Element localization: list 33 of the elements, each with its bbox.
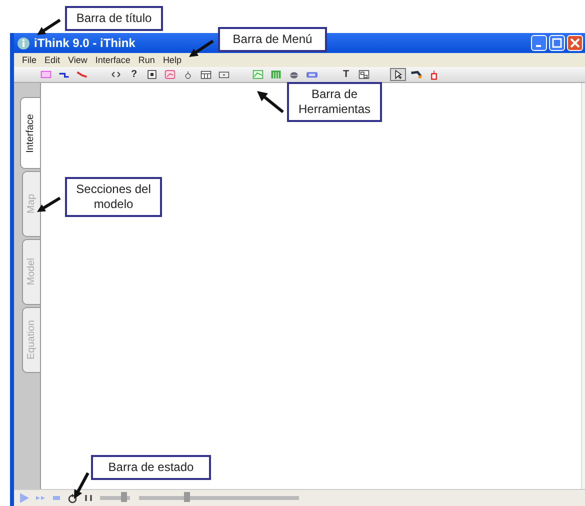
info-icon bbox=[17, 36, 30, 50]
arrow bbox=[37, 18, 61, 35]
arrow bbox=[74, 472, 90, 499]
close-icon bbox=[570, 38, 580, 48]
maximize-button[interactable] bbox=[549, 35, 565, 51]
annotation-label: Barra de estado bbox=[91, 455, 211, 480]
annotation-label: Barra de título bbox=[65, 6, 163, 31]
brush-tool-icon[interactable] bbox=[408, 68, 424, 81]
arrow bbox=[257, 91, 284, 114]
graph-tool-icon[interactable] bbox=[162, 68, 178, 81]
annotation-label: Secciones del modelo bbox=[65, 177, 162, 217]
maximize-icon bbox=[552, 38, 562, 48]
close-button[interactable] bbox=[567, 35, 583, 51]
graphpad-tool-icon[interactable] bbox=[250, 68, 266, 81]
menu-item[interactable]: Run bbox=[134, 55, 159, 65]
picture-tool-icon[interactable] bbox=[356, 68, 372, 81]
menu-item[interactable]: View bbox=[64, 55, 92, 65]
arrow bbox=[189, 40, 214, 57]
menu-item[interactable]: Interface bbox=[91, 55, 134, 65]
annotation-label: Barra de Menú bbox=[218, 27, 327, 52]
toolbar-button[interactable]: ? bbox=[126, 68, 142, 81]
menu-item[interactable]: File bbox=[18, 55, 41, 65]
window-title: iThink 9.0 - iThink bbox=[34, 36, 136, 50]
minimize-button[interactable] bbox=[531, 35, 547, 51]
menu-item[interactable]: Help bbox=[158, 55, 186, 65]
menu-item[interactable]: Edit bbox=[40, 55, 64, 65]
table-tool-icon[interactable] bbox=[198, 68, 214, 81]
section-tab[interactable]: Interface bbox=[20, 97, 40, 169]
pointer-tool-icon[interactable] bbox=[390, 68, 406, 81]
annotation-label: Barra de Herramientas bbox=[287, 82, 382, 122]
cycle-icon[interactable] bbox=[66, 492, 79, 504]
arrow bbox=[37, 196, 61, 212]
toolbar-button[interactable]: T bbox=[338, 68, 354, 81]
